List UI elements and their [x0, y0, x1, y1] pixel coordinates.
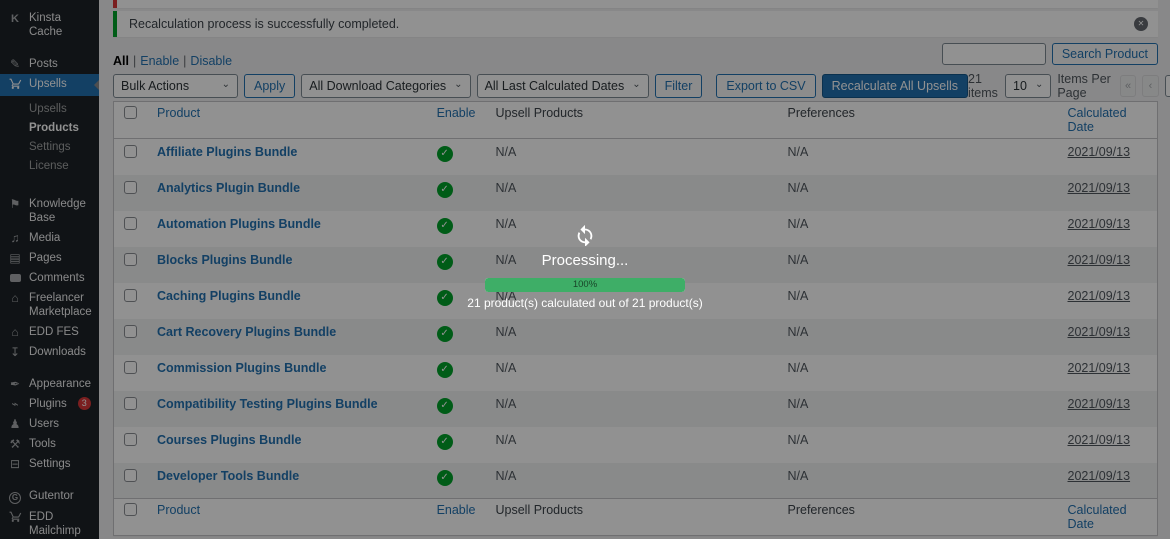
progress-bar: 100%	[485, 278, 685, 292]
processing-title: Processing...	[425, 252, 745, 269]
processing-status: 21 product(s) calculated out of 21 produ…	[425, 296, 745, 310]
refresh-spinner-icon	[574, 224, 596, 246]
progress-percent: 100%	[485, 278, 685, 292]
wordpress-admin-page: KKinsta Cache✎PostsUpsellsUpsellsProduct…	[0, 0, 1170, 539]
processing-modal: Processing... 100% 21 product(s) calcula…	[425, 224, 745, 310]
